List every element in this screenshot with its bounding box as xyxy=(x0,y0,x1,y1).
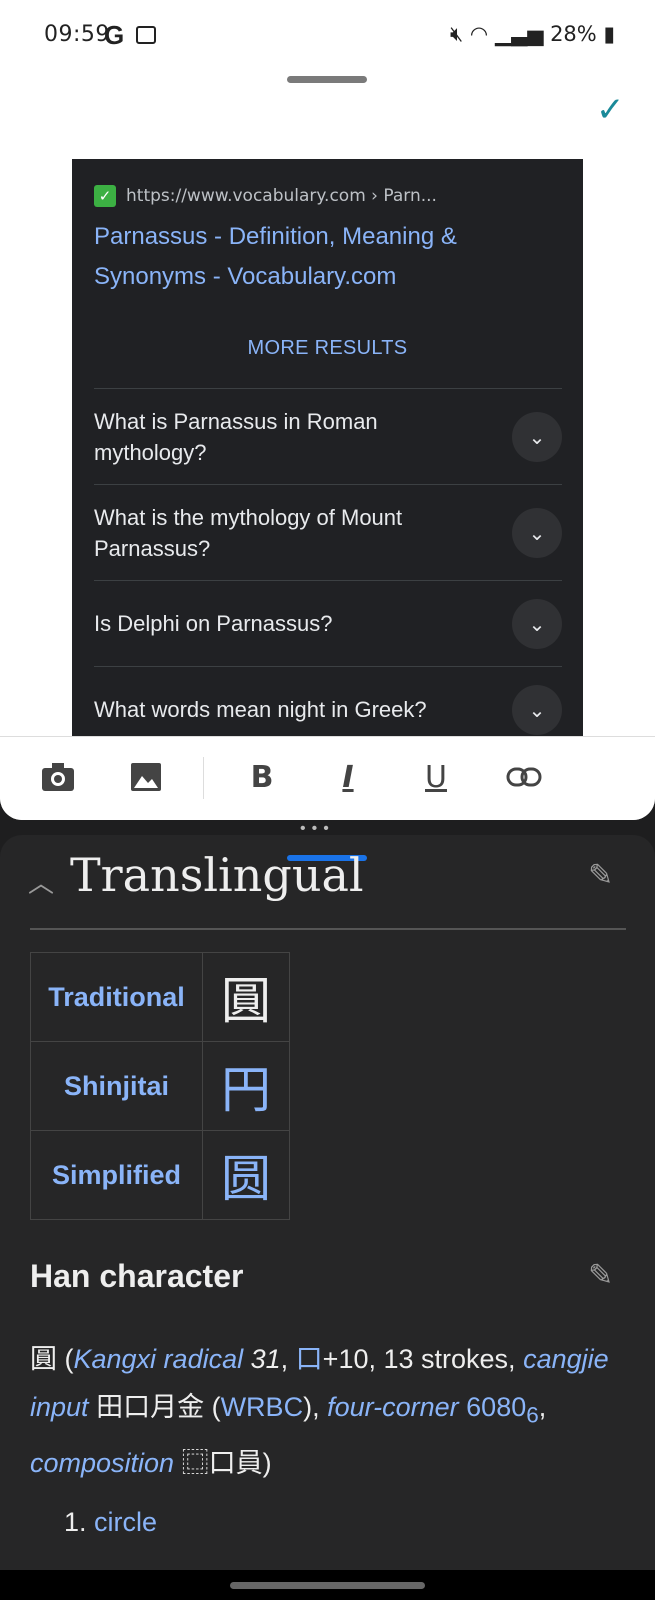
screenshot-preview: ✓ https://www.vocabulary.com › Parn... P… xyxy=(72,159,583,737)
signal-icon: ▁▃▅ xyxy=(494,22,544,46)
variant-char[interactable]: 圆 xyxy=(202,1130,290,1220)
status-bar: 09:59 G 🔇︎ ◠ ▁▃▅ 28% ▮ xyxy=(0,0,655,72)
camera-icon[interactable] xyxy=(36,755,80,799)
kangxi-num: 31 xyxy=(250,1344,281,1374)
han-char: 圓 xyxy=(30,1344,57,1374)
cangjie-code-link[interactable]: WRBC xyxy=(221,1392,304,1422)
mute-icon: 🔇︎ xyxy=(449,22,464,46)
composition-link[interactable]: composition xyxy=(30,1448,174,1478)
table-row: Simplified 圆 xyxy=(30,1130,290,1220)
han-character-heading: Han character xyxy=(30,1258,244,1294)
status-right: 🔇︎ ◠ ▁▃▅ 28% ▮ xyxy=(450,22,615,47)
definition-link[interactable]: circle xyxy=(94,1507,157,1537)
radical-link[interactable]: 口 xyxy=(296,1344,323,1374)
variant-label[interactable]: Shinjitai xyxy=(30,1041,203,1131)
han-character-info: 圓 (Kangxi radical 31, 口+10, 13 strokes, … xyxy=(30,1344,609,1479)
kangxi-link[interactable]: Kangxi radical xyxy=(74,1344,244,1374)
cangjie-chars: 田口月金 xyxy=(96,1392,205,1422)
variant-char: 圓 xyxy=(202,952,290,1042)
check-icon[interactable]: ✓ xyxy=(596,90,625,130)
link-icon[interactable] xyxy=(502,755,546,799)
four-corner-digits: 6080 xyxy=(466,1392,527,1422)
google-icon: G xyxy=(104,20,125,50)
radical-rest: +10, 13 strokes, xyxy=(322,1344,516,1374)
chevron-down-icon[interactable]: ⌄ xyxy=(512,507,562,558)
result-url-text: https://www.vocabulary.com › Parn... xyxy=(126,186,437,206)
four-corner-sub: 6 xyxy=(526,1402,539,1428)
status-time: 09:59 xyxy=(44,22,110,47)
section-title: Translingual xyxy=(70,848,364,902)
format-toolbar: B I U xyxy=(0,736,655,820)
faq-question: What is the mythology of Mount Parnassus… xyxy=(94,504,403,561)
faq-question: Is Delphi on Parnassus? xyxy=(94,611,333,636)
variant-label[interactable]: Traditional xyxy=(30,952,203,1042)
note-sheet: ✓ ✓ https://www.vocabulary.com › Parn...… xyxy=(0,72,655,820)
variant-char[interactable]: 円 xyxy=(202,1041,290,1131)
definition-number: 1. xyxy=(64,1507,87,1537)
variants-table: Traditional 圓 Shinjitai 円 Simplified 圆 xyxy=(30,952,290,1220)
table-row: Shinjitai 円 xyxy=(30,1041,290,1131)
pencil-icon[interactable]: ✎ xyxy=(588,858,613,893)
chevron-up-icon[interactable]: ︿ xyxy=(28,863,54,900)
home-gesture-bar[interactable] xyxy=(230,1582,425,1589)
toolbar-divider xyxy=(203,757,204,799)
faq-question: What words mean night in Greek? xyxy=(94,697,427,722)
faq-item[interactable]: What words mean night in Greek? ⌄ xyxy=(94,666,562,737)
battery-percent: 28% xyxy=(550,22,597,46)
battery-icon: ▮ xyxy=(603,22,615,46)
bold-button[interactable]: B xyxy=(240,755,284,799)
result-url[interactable]: ✓ https://www.vocabulary.com › Parn... xyxy=(94,185,437,207)
faq-item[interactable]: What is Parnassus in Roman mythology? ⌄ xyxy=(94,388,562,484)
checkmark-icon: ✓ xyxy=(94,185,116,207)
variant-label[interactable]: Simplified xyxy=(30,1130,203,1220)
composition-chars: ⿴口員 xyxy=(181,1448,263,1479)
more-results-button[interactable]: MORE RESULTS xyxy=(72,337,583,360)
definition-item: 1. circle xyxy=(64,1507,157,1538)
faq-question: What is Parnassus in Roman mythology? xyxy=(94,408,378,465)
underline-button[interactable]: U xyxy=(414,755,458,799)
image-icon[interactable] xyxy=(124,755,168,799)
four-corner-code[interactable]: 60806 xyxy=(466,1392,539,1427)
four-corner-link[interactable]: four-corner xyxy=(327,1392,459,1422)
section-divider xyxy=(30,928,626,930)
gallery-icon xyxy=(136,26,156,44)
chevron-down-icon[interactable]: ⌄ xyxy=(512,598,562,649)
result-title[interactable]: Parnassus - Definition, Meaning & Synony… xyxy=(94,217,534,297)
pencil-icon[interactable]: ✎ xyxy=(588,1258,613,1293)
faq-item[interactable]: Is Delphi on Parnassus? ⌄ xyxy=(94,580,562,666)
sheet-handle[interactable] xyxy=(287,76,367,83)
split-handle-dots[interactable]: ••• xyxy=(300,820,335,838)
faq-item[interactable]: What is the mythology of Mount Parnassus… xyxy=(94,484,562,580)
italic-button[interactable]: I xyxy=(326,755,370,799)
chevron-down-icon[interactable]: ⌄ xyxy=(512,684,562,735)
wifi-icon: ◠ xyxy=(469,22,489,46)
table-row: Traditional 圓 xyxy=(30,952,290,1042)
chevron-down-icon[interactable]: ⌄ xyxy=(512,411,562,462)
